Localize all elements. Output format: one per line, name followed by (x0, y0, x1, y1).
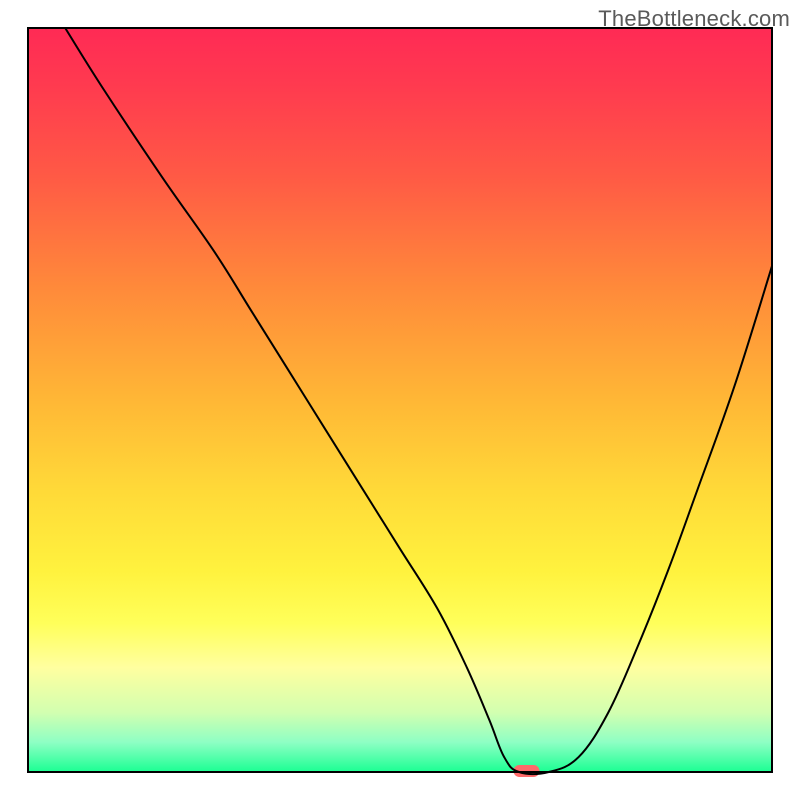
gradient-background (28, 28, 772, 772)
chart-svg (0, 0, 800, 800)
plot-area (28, 28, 772, 777)
bottleneck-chart: TheBottleneck.com (0, 0, 800, 800)
watermark-text: TheBottleneck.com (598, 6, 790, 32)
